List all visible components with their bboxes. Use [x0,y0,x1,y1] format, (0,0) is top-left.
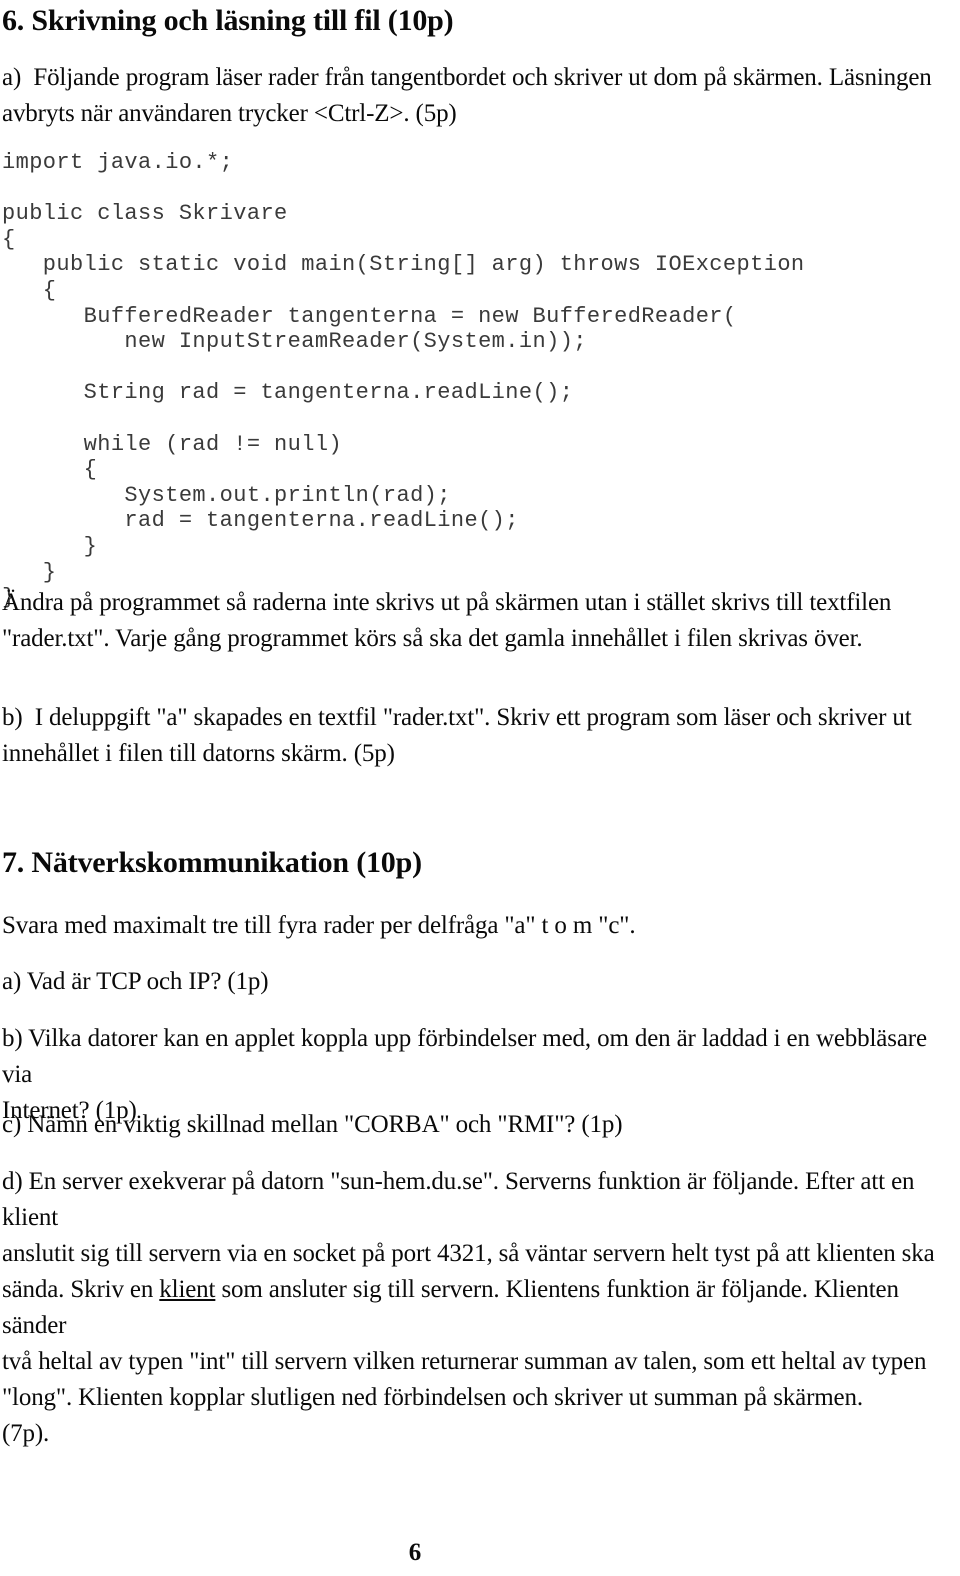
q7d-line-3-pre: sända. Skriv en [2,1276,160,1303]
section-7-part-c-text: c) Nämn en viktig skillnad mellan "CORBA… [2,1107,954,1143]
q7a-line-1: a) Vad är TCP och IP? (1p) [2,968,269,995]
section-7-part-d-text: d) En server exekverar på datorn "sun-he… [2,1164,954,1452]
page-number: 6 [408,1539,422,1566]
document-page: 6. Skrivning och läsning till fil (10p) … [0,0,960,1576]
code-line: BufferedReader tangenterna = new Buffere… [2,303,737,329]
q7d-emphasis-klient: klient [159,1276,216,1303]
code-line: { [2,457,98,483]
section-6-heading: 6. Skrivning och läsning till fil (10p) [2,4,454,37]
part-b-line-1: b) I deluppgift "a" skapades en textfil … [2,704,912,731]
instruction-line-2: "rader.txt". Varje gång programmet körs … [2,625,863,652]
section-7-intro-text: Svara med maximalt tre till fyra rader p… [2,908,954,944]
part-a-line-2: avbryts när användaren trycker <Ctrl-Z>.… [2,100,457,127]
q7d-line-4: två heltal av typen "int" till servern v… [2,1348,927,1375]
code-line: while (rad != null) [2,431,343,457]
section-7-heading: 7. Nätverkskommunikation (10p) [2,846,422,879]
code-line: { [2,277,57,303]
q7c-line-1: c) Nämn en viktig skillnad mellan "CORBA… [2,1111,623,1138]
q7d-line-5: "long". Klienten kopplar slutligen ned f… [2,1384,863,1411]
q7d-line-2: anslutit sig till servern via en socket … [2,1240,935,1267]
q7d-line-6: (7p). [2,1420,50,1447]
q7b-line-1: b) Vilka datorer kan en applet koppla up… [2,1025,933,1088]
section-6-part-b-text: b) I deluppgift "a" skapades en textfil … [2,700,954,772]
part-b-line-2: innehållet i filen till datorns skärm. (… [2,740,395,767]
q7d-line-3: sända. Skriv en klient som ansluter sig … [2,1272,954,1344]
section-7-part-a-text: a) Vad är TCP och IP? (1p) [2,964,954,1000]
code-line: { [2,226,16,252]
part-a-line-1: a) Följande program läser rader från tan… [2,64,932,91]
q7d-line-1: d) En server exekverar på datorn "sun-he… [2,1168,921,1231]
instruction-line-1: Ändra på programmet så raderna inte skri… [2,589,892,616]
code-line: rad = tangenterna.readLine(); [2,508,519,534]
code-line: } [2,533,98,559]
code-line: } [2,559,57,585]
java-code-sample: import java.io.*; public class Skrivare{ … [2,150,805,611]
code-line: import java.io.*; [2,150,234,175]
code-line: String rad = tangenterna.readLine(); [2,380,574,406]
section-7-intro-line: Svara med maximalt tre till fyra rader p… [2,912,636,939]
code-line: new InputStreamReader(System.in)); [2,329,587,355]
code-line: public static void main(String[] arg) th… [2,252,805,278]
code-line: System.out.println(rad); [2,482,451,508]
code-line: public class Skrivare [2,201,288,227]
section-6-instruction-text: Ändra på programmet så raderna inte skri… [2,585,954,657]
section-6-part-a-text: a) Följande program läser rader från tan… [2,60,954,132]
